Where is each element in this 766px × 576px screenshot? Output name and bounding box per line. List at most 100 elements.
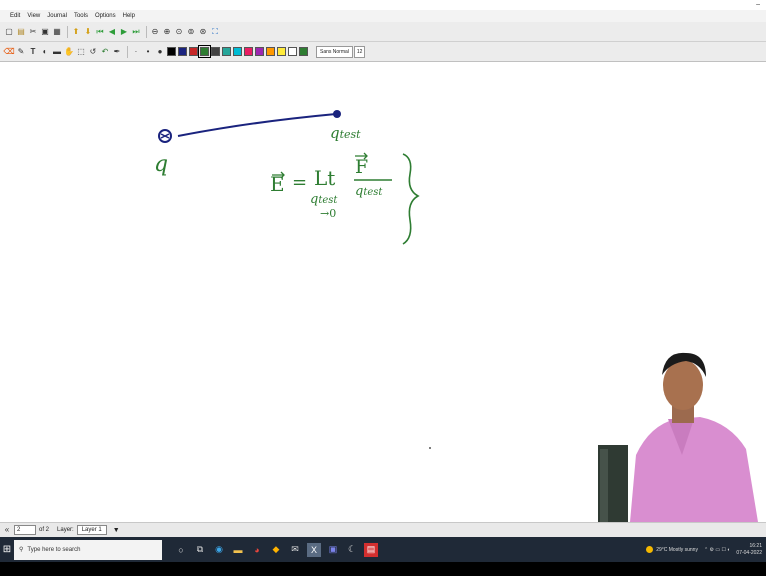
windows-start-icon[interactable]: ⊞ bbox=[0, 537, 14, 562]
connecting-line bbox=[177, 113, 337, 137]
clock-date: 07-04-2022 bbox=[736, 549, 762, 556]
first-page-icon[interactable]: ⏮ bbox=[95, 27, 105, 37]
font-size-selector[interactable]: 12 bbox=[353, 45, 366, 58]
main-toolbar: ▢ ▤ ✂ ▣ ▦ ⬆ ⬇ ⏮ ◀ ▶ ⏭ ⊖ ⊕ ⊙ ⊚ ⊛ ⛶ bbox=[0, 22, 766, 42]
menu-options[interactable]: Options bbox=[95, 13, 116, 19]
layer-selector[interactable]: Layer 1 bbox=[76, 525, 107, 535]
curly-brace bbox=[402, 153, 420, 245]
equals-sign: = bbox=[292, 172, 308, 193]
search-icon: ⚲ bbox=[19, 547, 24, 553]
mail-icon[interactable]: ✉ bbox=[288, 543, 302, 557]
hand-icon[interactable]: ✋ bbox=[64, 47, 74, 57]
open-icon[interactable]: ▤ bbox=[16, 27, 26, 37]
clipboard-icon[interactable]: ▦ bbox=[52, 27, 62, 37]
title-bar: – bbox=[0, 0, 766, 10]
thin-dot-icon[interactable]: · bbox=[131, 47, 141, 57]
color-swatch-green[interactable] bbox=[198, 45, 211, 58]
denominator-q-test: qtest bbox=[355, 184, 382, 199]
ruler-icon[interactable]: ▬ bbox=[52, 47, 62, 57]
color-swatch-magenta[interactable] bbox=[244, 47, 253, 56]
source-charge-label: q bbox=[154, 152, 169, 177]
color-swatch-green-2[interactable] bbox=[299, 47, 308, 56]
menu-help[interactable]: Help bbox=[123, 13, 135, 19]
edge-icon[interactable]: ◉ bbox=[212, 543, 226, 557]
color-swatch-yellow[interactable] bbox=[277, 47, 286, 56]
limit-operator: Lt bbox=[314, 166, 336, 190]
zoom-fit-icon[interactable]: ⊙ bbox=[174, 27, 184, 37]
recognizer-icon[interactable]: ↺ bbox=[88, 47, 98, 57]
select-icon[interactable]: ⬚ bbox=[76, 47, 86, 57]
fullscreen-icon[interactable]: ⛶ bbox=[210, 27, 220, 37]
next-page-icon[interactable]: ⬇ bbox=[83, 27, 93, 37]
font-selector[interactable]: Sans Normal bbox=[316, 45, 353, 58]
app-icon[interactable]: ☾ bbox=[345, 543, 359, 557]
zoom-width-icon[interactable]: ⊛ bbox=[198, 27, 208, 37]
medium-dot-icon[interactable]: • bbox=[143, 47, 153, 57]
color-swatch-red[interactable] bbox=[189, 47, 198, 56]
menu-journal[interactable]: Journal bbox=[47, 13, 67, 19]
task-view-icon[interactable]: ⧉ bbox=[193, 543, 207, 557]
menu-tools[interactable]: Tools bbox=[74, 13, 88, 19]
denominator-subscript: test bbox=[363, 187, 383, 198]
page-of-label: of 2 bbox=[39, 527, 50, 533]
teams-icon[interactable]: ▣ bbox=[326, 543, 340, 557]
taskbar-search-box[interactable]: ⚲ Type here to search bbox=[14, 539, 162, 560]
eraser-icon[interactable]: ⌫ bbox=[3, 47, 14, 57]
chrome-icon[interactable]: ◕ bbox=[250, 543, 264, 557]
windows-taskbar: ⊞ ⚲ Type here to search ○ ⧉ ◉ ▬ ◕ ◆ ✉ X … bbox=[0, 537, 766, 562]
shape-icon[interactable]: ◐ bbox=[40, 47, 50, 57]
previous-icon[interactable]: ◀ bbox=[107, 27, 117, 37]
color-swatch-blue[interactable] bbox=[178, 47, 187, 56]
next-icon[interactable]: ▶ bbox=[119, 27, 129, 37]
color-swatch-purple[interactable] bbox=[255, 47, 264, 56]
save-icon[interactable]: ▣ bbox=[40, 27, 50, 37]
pdf-icon[interactable]: ▤ bbox=[364, 542, 378, 557]
prev-page-icon[interactable]: ⬆ bbox=[71, 27, 81, 37]
taskbar-clock[interactable]: 16:21 07-04-2022 bbox=[736, 543, 762, 557]
q-test-label: qtest bbox=[330, 124, 361, 142]
layer-dropdown-icon[interactable]: ▼ bbox=[113, 527, 120, 534]
menu-bar: Edit View Journal Tools Options Help bbox=[0, 10, 766, 22]
taskbar-search-placeholder: Type here to search bbox=[27, 546, 81, 553]
presenter-webcam bbox=[590, 345, 766, 522]
pen-toolbar: ⌫ ✎ T ◐ ▬ ✋ ⬚ ↺ ↶ ✒ · • ● Sans Normal 12 bbox=[0, 42, 766, 62]
cut-icon[interactable]: ✂ bbox=[28, 27, 38, 37]
menu-edit[interactable]: Edit bbox=[10, 13, 20, 19]
first-page-status-icon[interactable]: « bbox=[2, 525, 12, 535]
file-explorer-icon[interactable]: ▬ bbox=[231, 543, 245, 557]
system-tray: 29°C Mostly sunny ⌃ ⚙ ▭ ☐ ◐ 16:21 07-04-… bbox=[646, 537, 762, 562]
color-swatch-gray[interactable] bbox=[211, 47, 220, 56]
xournal-taskbar-icon[interactable]: X bbox=[307, 542, 321, 557]
new-page-icon[interactable]: ▢ bbox=[4, 27, 14, 37]
page-number-input[interactable]: 2 bbox=[14, 525, 36, 535]
thick-dot-icon[interactable]: ● bbox=[155, 47, 165, 57]
default-pen-icon[interactable]: ✒ bbox=[112, 47, 122, 57]
color-swatch-cyan[interactable] bbox=[233, 47, 242, 56]
zoom-in-icon[interactable]: ⊕ bbox=[162, 27, 172, 37]
toolbar-divider bbox=[67, 25, 68, 38]
cortana-icon[interactable]: ○ bbox=[174, 543, 188, 557]
status-bar: « 2 of 2 Layer: Layer 1 ▼ bbox=[0, 522, 766, 537]
zoom-out-icon[interactable]: ⊖ bbox=[150, 27, 160, 37]
tray-icons[interactable]: ⌃ ⚙ ▭ ☐ ◐ bbox=[704, 547, 730, 553]
color-swatch-teal[interactable] bbox=[222, 47, 231, 56]
q-test-symbol: q bbox=[330, 124, 340, 142]
color-swatch-black[interactable] bbox=[167, 47, 176, 56]
color-swatch-orange[interactable] bbox=[266, 47, 275, 56]
weather-text[interactable]: 29°C Mostly sunny bbox=[656, 547, 698, 553]
F-symbol: F bbox=[355, 156, 369, 178]
color-swatch-white[interactable] bbox=[288, 47, 297, 56]
zoom-page-icon[interactable]: ⊚ bbox=[186, 27, 196, 37]
last-page-icon[interactable]: ⏭ bbox=[131, 27, 141, 37]
pen-icon[interactable]: ✎ bbox=[16, 47, 26, 57]
q-test-subscript: test bbox=[339, 128, 361, 141]
xournal-window: – Edit View Journal Tools Options Help ▢… bbox=[0, 0, 766, 576]
limit-arrow-zero: →0 bbox=[320, 207, 337, 220]
store-icon[interactable]: ◆ bbox=[269, 543, 283, 557]
undo-icon[interactable]: ↶ bbox=[100, 47, 110, 57]
limit-subscript-test: test bbox=[318, 195, 338, 206]
menu-view[interactable]: View bbox=[27, 13, 40, 19]
window-controls[interactable]: – bbox=[756, 0, 760, 10]
bottom-black-band bbox=[0, 562, 766, 576]
text-icon[interactable]: T bbox=[28, 47, 38, 57]
